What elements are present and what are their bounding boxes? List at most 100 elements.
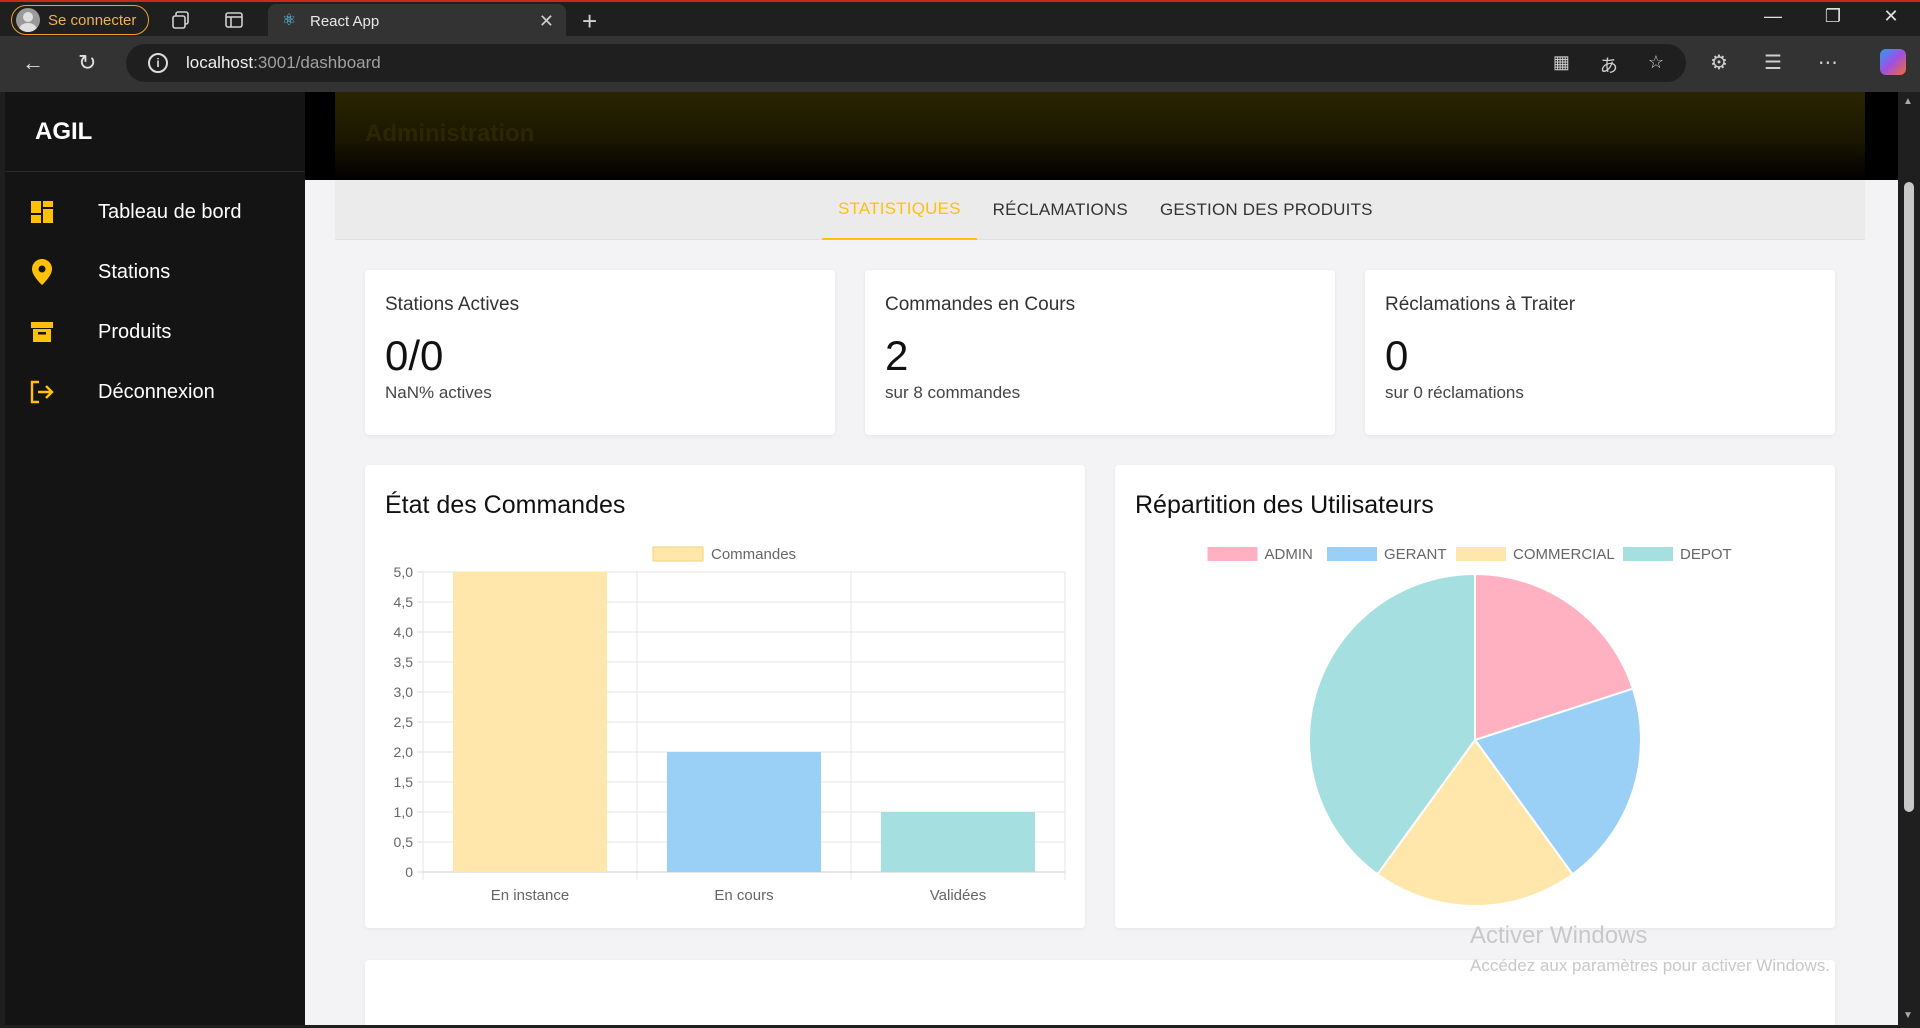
legend-swatch: [1456, 547, 1506, 561]
new-tab-icon[interactable]: +: [582, 6, 597, 37]
y-tick-label: 0: [405, 864, 413, 880]
sidebar-item-label: Tableau de bord: [98, 200, 242, 223]
y-tick-label: 5,0: [394, 564, 414, 580]
minimize-icon[interactable]: —: [1750, 6, 1796, 27]
bar: [666, 752, 822, 872]
tab-reclamations[interactable]: RÉCLAMATIONS: [977, 180, 1144, 240]
workspaces-icon[interactable]: [169, 8, 193, 32]
y-tick-label: 2,5: [394, 714, 414, 730]
stat-subtitle: sur 8 commandes: [885, 383, 1021, 402]
tab-statistiques[interactable]: STATISTIQUES: [822, 180, 977, 240]
stat-title: Stations Actives: [385, 294, 520, 315]
legend-swatch: [1623, 547, 1673, 561]
browser-titlebar: Se connecter ⚛ React App ✕ + — ❐ ✕: [0, 0, 1920, 38]
page-header: Administration: [305, 92, 1898, 180]
favorite-star-icon[interactable]: ☆: [1648, 52, 1664, 78]
y-tick-label: 0,5: [394, 834, 414, 850]
tab-title: React App: [310, 12, 380, 30]
stat-card-commandes: Commandes en Cours 2 sur 8 commandes: [865, 270, 1335, 435]
y-tick-label: 1,5: [394, 774, 414, 790]
brand-logo: AGIL: [5, 92, 305, 172]
legend-swatch: [1207, 547, 1258, 561]
dashboard-icon: [28, 198, 56, 226]
copilot-icon[interactable]: [1880, 49, 1906, 75]
y-tick-label: 2,0: [394, 744, 414, 760]
chart-card-commandes: État des Commandes Commandes 0 0,5 1,0 1,5 2,…: [365, 465, 1085, 928]
legend-swatch: [652, 546, 704, 562]
avatar-icon: [16, 8, 40, 32]
header-banner: Administration: [335, 92, 1865, 180]
y-tick-label: 4,0: [394, 624, 414, 640]
sidebar-item-stations[interactable]: Stations: [5, 242, 305, 302]
stat-value: 2: [885, 332, 909, 379]
sidebar-item-label: Déconnexion: [98, 380, 215, 403]
close-tab-icon[interactable]: ✕: [539, 11, 554, 32]
x-tick-label: En cours: [714, 887, 773, 904]
bar-chart: Commandes 0 0,5 1,0 1,5 2,0 2,5 3,0 3,5 4,0 4,5 5,0…: [394, 546, 1066, 904]
stat-title: Réclamations à Traiter: [1385, 294, 1576, 315]
browser-tab[interactable]: ⚛ React App ✕: [268, 4, 566, 38]
bar: [452, 572, 608, 872]
legend-label: COMMERCIAL: [1513, 546, 1615, 563]
pie-chart: ADMIN GERANT COMMERCIAL DEPOT: [1207, 546, 1732, 907]
legend-label: GERANT: [1384, 546, 1447, 563]
profile-label: Se connecter: [48, 11, 137, 29]
address-bar-row: ← ↻ i localhost:3001/dashboard ▦ あ ☆ ⚙ ☰…: [0, 36, 1920, 92]
stat-subtitle: NaN% actives: [385, 383, 492, 402]
split-screen-icon[interactable]: ▦: [1553, 52, 1570, 78]
translate-icon[interactable]: あ: [1600, 52, 1618, 78]
bar: [880, 812, 1036, 872]
legend-swatch: [1327, 547, 1377, 561]
stat-value: 0/0: [385, 332, 444, 379]
x-tick-label: En instance: [491, 887, 569, 904]
stat-card-stations: Stations Actives 0/0 NaN% actives: [365, 270, 835, 435]
tab-gestion-produits[interactable]: GESTION DES PRODUITS: [1144, 180, 1389, 240]
sidebar: AGIL Tableau de bord Stations Produits D…: [5, 92, 305, 1025]
page-scrollbar[interactable]: ▲ ▼: [1898, 92, 1920, 1028]
main-content: STATISTIQUES RÉCLAMATIONS GESTION DES PR…: [335, 180, 1865, 1025]
scroll-down-icon[interactable]: ▼: [1903, 1010, 1913, 1021]
url-path: :3001/dashboard: [253, 53, 381, 72]
sidebar-nav: Tableau de bord Stations Produits Déconn…: [5, 172, 305, 422]
react-icon: ⚛: [281, 12, 297, 29]
sidebar-item-produits[interactable]: Produits: [5, 302, 305, 362]
url-host: localhost: [186, 53, 254, 72]
logout-icon: [28, 378, 56, 406]
legend-label: Commandes: [711, 546, 796, 563]
y-tick-label: 3,5: [394, 654, 414, 670]
close-window-icon[interactable]: ✕: [1868, 6, 1914, 27]
sidebar-item-label: Produits: [98, 320, 172, 343]
back-icon[interactable]: ←: [22, 50, 44, 76]
stat-subtitle: sur 0 réclamations: [1385, 383, 1524, 402]
stat-value: 0: [1385, 332, 1409, 379]
favorites-icon[interactable]: ☰: [1764, 50, 1782, 75]
map-pin-icon: [28, 258, 56, 286]
tab-actions-icon[interactable]: [222, 8, 246, 32]
legend-label: ADMIN: [1265, 546, 1313, 563]
stat-title: Commandes en Cours: [885, 294, 1076, 315]
y-tick-label: 1,0: [394, 804, 414, 820]
archive-box-icon: [28, 318, 56, 346]
refresh-icon[interactable]: ↻: [78, 50, 96, 76]
stat-card-reclamations: Réclamations à Traiter 0 sur 0 réclamati…: [1365, 270, 1835, 435]
chart-card-utilisateurs: Répartition des Utilisateurs ADMIN GERANT…: [1115, 465, 1835, 928]
page-title: Administration: [365, 120, 535, 147]
scroll-up-icon[interactable]: ▲: [1903, 96, 1913, 107]
sidebar-item-deconnexion[interactable]: Déconnexion: [5, 362, 305, 422]
extensions-icon[interactable]: ⚙: [1710, 50, 1728, 75]
windows-watermark-title: Activer Windows: [1470, 922, 1648, 949]
legend-label: DEPOT: [1680, 546, 1732, 563]
profile-button[interactable]: Se connecter: [11, 5, 150, 35]
scrollbar-thumb[interactable]: [1904, 182, 1914, 812]
y-tick-label: 4,5: [394, 594, 414, 610]
restore-icon[interactable]: ❐: [1810, 6, 1856, 27]
tabs-bar: STATISTIQUES RÉCLAMATIONS GESTION DES PR…: [335, 180, 1865, 240]
sidebar-item-dashboard[interactable]: Tableau de bord: [5, 182, 305, 242]
url-input[interactable]: i localhost:3001/dashboard ▦ あ ☆: [126, 44, 1686, 82]
sidebar-item-label: Stations: [98, 260, 171, 283]
x-tick-label: Validées: [930, 887, 986, 904]
more-menu-icon[interactable]: ⋯: [1818, 50, 1838, 75]
app-root: AGIL Tableau de bord Stations Produits D…: [5, 92, 1898, 1025]
site-info-icon[interactable]: i: [148, 53, 168, 73]
y-tick-label: 3,0: [394, 684, 414, 700]
